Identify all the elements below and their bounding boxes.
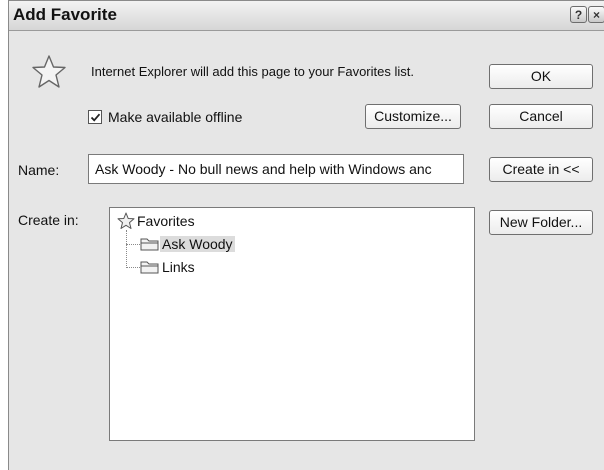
offline-checkbox[interactable] bbox=[88, 110, 102, 124]
create-in-button[interactable]: Create in << bbox=[489, 157, 593, 182]
tree-root-favorites[interactable]: Favorites bbox=[117, 211, 197, 231]
favorites-star-icon bbox=[31, 54, 67, 95]
help-button[interactable]: ? bbox=[570, 6, 587, 23]
tree-item-label: Favorites bbox=[137, 213, 195, 229]
customize-button[interactable]: Customize... bbox=[365, 104, 461, 129]
favorites-star-icon bbox=[117, 212, 135, 229]
add-favorite-dialog: Add Favorite ? × Internet Explorer will … bbox=[8, 0, 604, 470]
checkmark-icon bbox=[90, 113, 101, 122]
new-folder-button[interactable]: New Folder... bbox=[489, 210, 593, 235]
offline-option[interactable]: Make available offline bbox=[88, 108, 242, 126]
tree-item-label: Ask Woody bbox=[160, 236, 235, 252]
name-label: Name: bbox=[18, 162, 60, 178]
create-in-label: Create in: bbox=[18, 212, 79, 228]
folder-icon bbox=[140, 261, 159, 274]
tree-item-ask-woody[interactable]: Ask Woody bbox=[140, 234, 235, 254]
folder-icon bbox=[140, 238, 159, 251]
offline-label: Make available offline bbox=[108, 109, 243, 125]
cancel-button[interactable]: Cancel bbox=[489, 104, 593, 129]
add-message: Internet Explorer will add this page to … bbox=[91, 64, 414, 79]
folder-tree[interactable]: Favorites Ask Woody Links bbox=[109, 207, 475, 441]
dialog-title: Add Favorite bbox=[13, 5, 117, 24]
name-input[interactable]: Ask Woody - No bull news and help with W… bbox=[88, 154, 464, 184]
tree-connector bbox=[126, 244, 140, 245]
title-bar: Add Favorite ? × bbox=[9, 1, 604, 31]
tree-connector bbox=[126, 267, 140, 268]
tree-item-links[interactable]: Links bbox=[140, 257, 197, 277]
tree-connector bbox=[126, 230, 127, 268]
close-button[interactable]: × bbox=[588, 6, 604, 23]
ok-button[interactable]: OK bbox=[489, 64, 593, 89]
tree-item-label: Links bbox=[162, 259, 195, 275]
